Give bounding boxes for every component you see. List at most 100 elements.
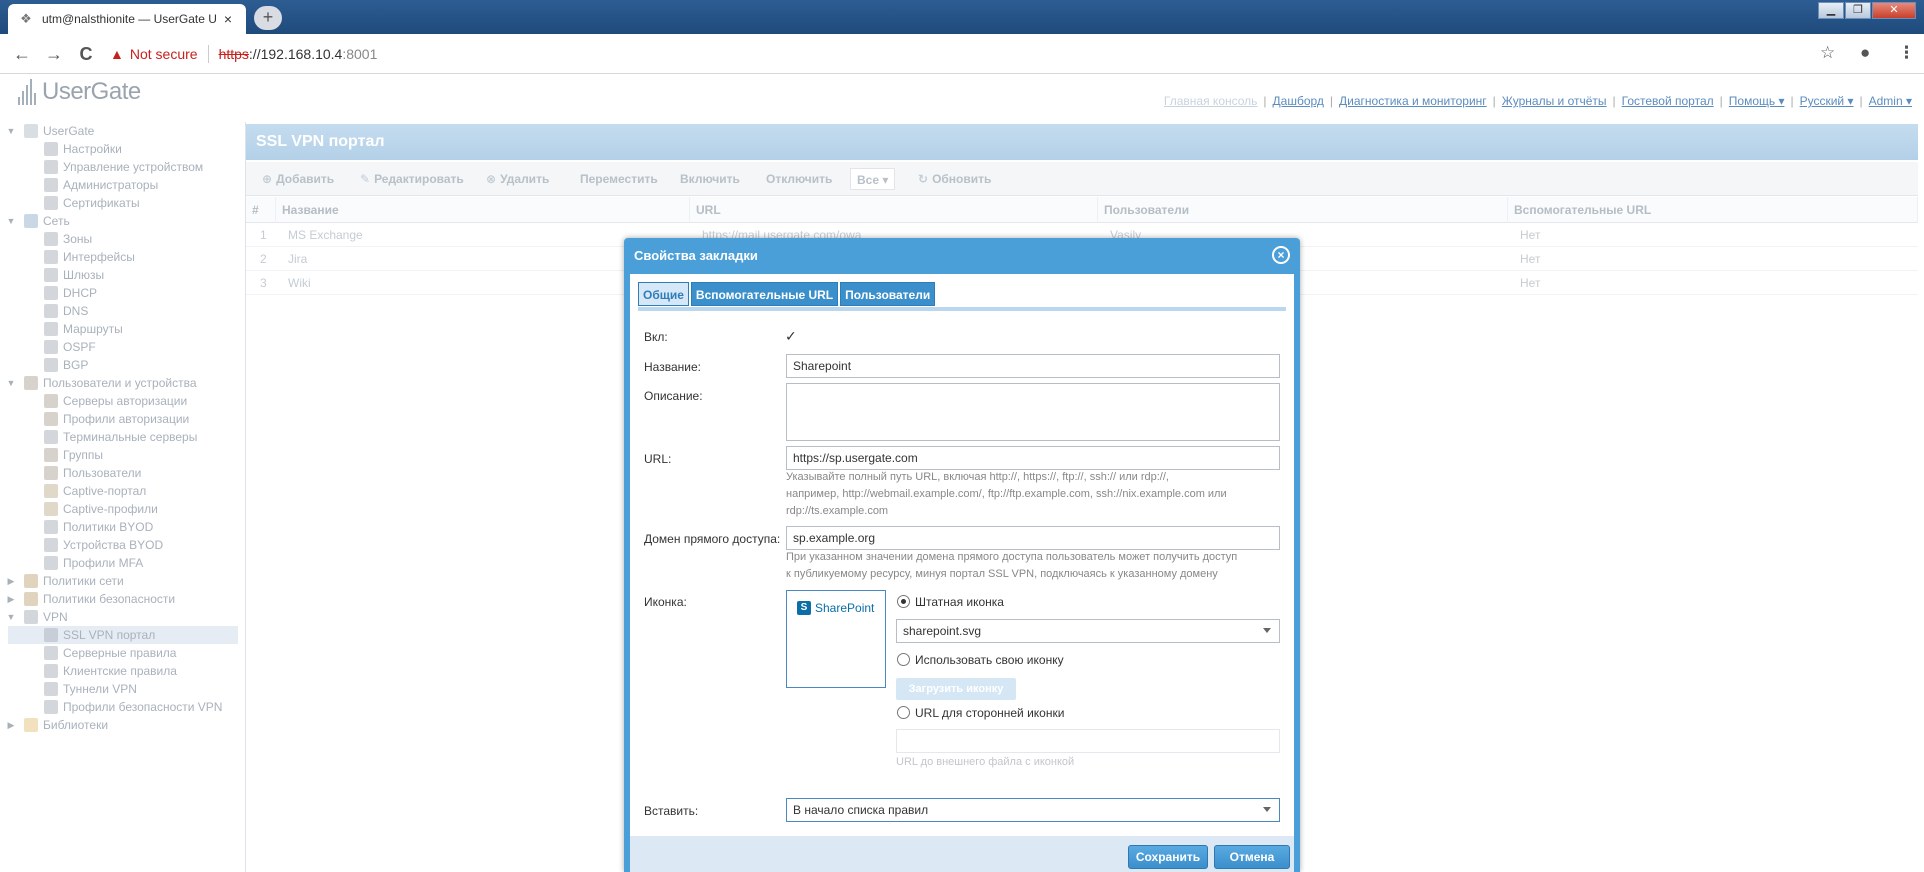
external-icon-radio[interactable] (897, 706, 910, 719)
expand-right-icon[interactable]: ▶ (6, 716, 16, 734)
sidebar-item[interactable]: BGP (0, 356, 246, 374)
enabled-checkbox[interactable]: ✓ (785, 328, 801, 344)
sidebar-item[interactable]: Профили MFA (0, 554, 246, 572)
topnav-main-console[interactable]: Главная консоль (1164, 94, 1258, 108)
close-icon[interactable]: × (1272, 246, 1290, 264)
topnav-dashboard[interactable]: Дашборд (1273, 94, 1324, 108)
cancel-button[interactable]: Отмена (1214, 845, 1290, 869)
star-icon[interactable]: ☆ (1820, 43, 1835, 63)
sidebar-item[interactable]: ▶ Библиотеки (0, 716, 246, 734)
not-secure-label: Not secure (129, 46, 198, 62)
delete-button[interactable]: ⊗ Удалить (480, 168, 555, 190)
tree-node-icon (44, 520, 58, 534)
external-icon-url-input[interactable] (896, 729, 1280, 753)
disable-button[interactable]: Отключить (760, 168, 838, 190)
url-field[interactable]: ▲ Not secure https ://192.168.10.4 :8001 (110, 41, 377, 67)
tab-general[interactable]: Общие (638, 282, 689, 306)
reload-icon[interactable]: C (74, 43, 98, 67)
direct-domain-input[interactable]: sp.example.org (786, 526, 1280, 550)
sidebar-item[interactable]: DNS (0, 302, 246, 320)
topnav-help[interactable]: Помощь ▾ (1729, 94, 1785, 108)
col-aux-urls[interactable]: Вспомогательные URL (1508, 197, 1918, 223)
sidebar-item[interactable]: Маршруты (0, 320, 246, 338)
maximize-button[interactable]: ❐ (1845, 2, 1871, 19)
sidebar-item[interactable]: Устройства BYOD (0, 536, 246, 554)
sidebar-item[interactable]: ▼ UserGate (0, 122, 246, 140)
sidebar-item[interactable]: Клиентские правила (0, 662, 246, 680)
sidebar-item[interactable]: ▶ Политики сети (0, 572, 246, 590)
tab-close-icon[interactable]: × (220, 11, 236, 27)
tab-users[interactable]: Пользователи (840, 282, 936, 306)
col-name[interactable]: Название (276, 197, 690, 223)
upload-icon-button[interactable]: Загрузить иконку (896, 678, 1016, 700)
sidebar-item[interactable]: Группы (0, 446, 246, 464)
insert-position-select[interactable]: В начало списка правил (786, 798, 1280, 822)
profile-icon[interactable]: ● (1860, 43, 1870, 63)
sidebar-item[interactable]: Администраторы (0, 176, 246, 194)
sidebar-item[interactable]: Серверы авторизации (0, 392, 246, 410)
sidebar-item[interactable]: ▼ Сеть (0, 212, 246, 230)
topnav-guest-portal[interactable]: Гостевой портал (1622, 94, 1714, 108)
move-button[interactable]: Переместить (574, 168, 664, 190)
expand-down-icon[interactable]: ▼ (6, 374, 16, 392)
sidebar-item[interactable]: Интерфейсы (0, 248, 246, 266)
sidebar-item[interactable]: Шлюзы (0, 266, 246, 284)
custom-icon-radio[interactable] (897, 653, 910, 666)
url-input[interactable]: https://sp.usergate.com (786, 446, 1280, 470)
sidebar-item[interactable]: ▼ VPN (0, 608, 246, 626)
enable-button[interactable]: Включить (674, 168, 746, 190)
sidebar-item[interactable]: Зоны (0, 230, 246, 248)
sidebar-item-label: DNS (63, 304, 89, 318)
topnav-diagnostics[interactable]: Диагностика и мониторинг (1339, 94, 1487, 108)
description-textarea[interactable] (786, 383, 1280, 441)
forward-icon[interactable]: → (42, 43, 66, 67)
expand-down-icon[interactable]: ▼ (6, 212, 16, 230)
sidebar-item-label: Устройства BYOD (63, 538, 164, 552)
refresh-button[interactable]: ↻ Обновить (912, 168, 997, 190)
col-number[interactable]: # (246, 197, 276, 223)
sidebar-item[interactable]: Серверные правила (0, 644, 246, 662)
sidebar-item[interactable]: Управление устройством (0, 158, 246, 176)
col-url[interactable]: URL (690, 197, 1098, 223)
sidebar-item[interactable]: Терминальные серверы (0, 428, 246, 446)
builtin-icon-radio[interactable] (897, 595, 910, 608)
sidebar-item[interactable]: ▶ Политики безопасности (0, 590, 246, 608)
sidebar-item[interactable]: Туннели VPN (0, 680, 246, 698)
topnav-language[interactable]: Русский ▾ (1800, 94, 1854, 108)
sidebar-item[interactable]: OSPF (0, 338, 246, 356)
sidebar-item-label: OSPF (63, 340, 96, 354)
expand-down-icon[interactable]: ▼ (6, 122, 16, 140)
sidebar-item[interactable]: Пользователи (0, 464, 246, 482)
sidebar-item[interactable]: Captive-профили (0, 500, 246, 518)
edit-button[interactable]: ✎ Редактировать (354, 168, 470, 190)
sidebar-item[interactable]: Captive-портал (0, 482, 246, 500)
add-button[interactable]: ⊕ Добавить (256, 168, 340, 190)
builtin-icon-select[interactable]: sharepoint.svg (896, 619, 1280, 643)
minimize-button[interactable]: ▁ (1818, 2, 1844, 19)
tab-aux-urls[interactable]: Вспомогательные URL (690, 282, 839, 306)
col-users[interactable]: Пользователи (1098, 197, 1508, 223)
topnav-logs[interactable]: Журналы и отчёты (1502, 94, 1607, 108)
browser-tab[interactable]: ❖ utm@nalsthionite — UserGate U × (8, 4, 246, 34)
save-button[interactable]: Сохранить (1128, 845, 1208, 869)
window-close-button[interactable]: ✕ (1872, 2, 1916, 19)
filter-dropdown[interactable]: Все ▾ (850, 168, 896, 190)
sidebar-item[interactable]: SSL VPN портал (8, 626, 238, 644)
back-icon[interactable]: ← (10, 43, 34, 67)
sidebar-item[interactable]: Профили безопасности VPN (0, 698, 246, 716)
menu-icon[interactable]: ⋮ (1898, 43, 1915, 63)
sidebar-item[interactable]: Политики BYOD (0, 518, 246, 536)
sidebar-item-label: Сеть (43, 214, 70, 228)
tree-node-icon (44, 484, 58, 498)
sidebar-item[interactable]: Настройки (0, 140, 246, 158)
topnav-admin[interactable]: Admin ▾ (1869, 94, 1912, 108)
sidebar-item[interactable]: DHCP (0, 284, 246, 302)
sidebar-item[interactable]: Профили авторизации (0, 410, 246, 428)
sidebar-item[interactable]: ▼ Пользователи и устройства (0, 374, 246, 392)
expand-down-icon[interactable]: ▼ (6, 608, 16, 626)
sidebar-item[interactable]: Сертификаты (0, 194, 246, 212)
expand-right-icon[interactable]: ▶ (6, 572, 16, 590)
expand-right-icon[interactable]: ▶ (6, 590, 16, 608)
new-tab-button[interactable]: + (254, 6, 282, 30)
name-input[interactable]: Sharepoint (786, 354, 1280, 378)
